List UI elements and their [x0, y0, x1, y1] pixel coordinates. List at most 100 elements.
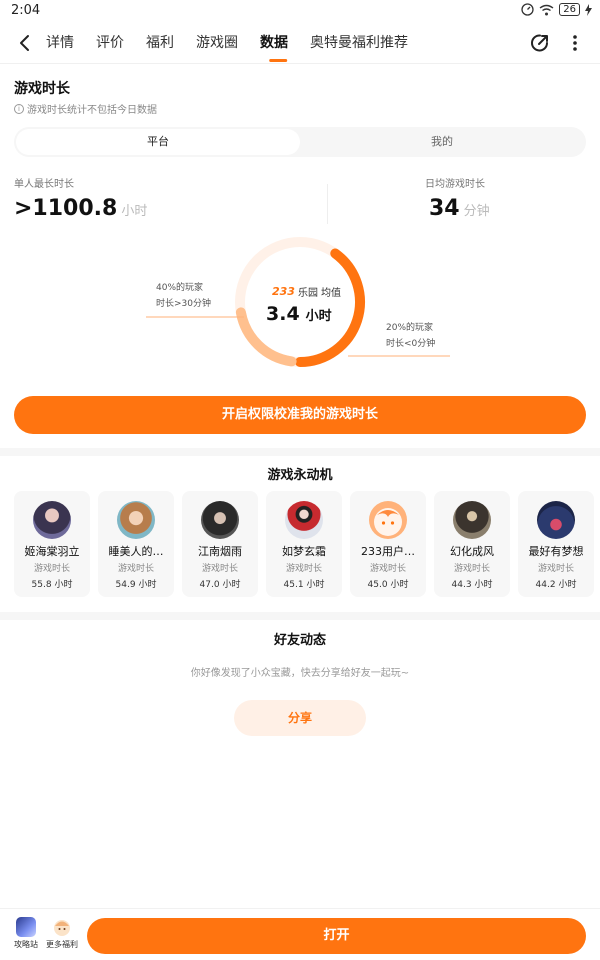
- night-sky-avatar: [537, 501, 575, 539]
- tab-reviews[interactable]: 评价: [96, 22, 135, 64]
- stat-max-single: 单人最长时长 >1100.8 小时: [14, 175, 147, 221]
- player-card[interactable]: 睡美人的… 游戏时长 54.9 小时: [98, 491, 174, 597]
- more-benefits-label: 更多福利: [46, 940, 78, 949]
- player-label: 游戏时长: [33, 564, 70, 574]
- stat-number: 34: [429, 196, 460, 221]
- section-divider: [0, 612, 600, 620]
- stat-label: 单人最长时长: [14, 179, 74, 190]
- left-annotation: 40%的玩家 时长>30分钟: [156, 280, 211, 312]
- guide-label: 攻略站: [14, 940, 38, 949]
- player-label: 游戏时长: [285, 564, 322, 574]
- tab-bar: 详情 评价 福利 游戏圈 数据 奥特曼福利推荐: [46, 22, 430, 64]
- dark-figure-avatar: [453, 501, 491, 539]
- default-avatar-face-icon: [374, 508, 402, 536]
- left-annotation-line1: 40%的玩家: [156, 283, 204, 293]
- tab-benefits[interactable]: 福利: [146, 22, 185, 64]
- player-name: 睡美人的…: [108, 545, 164, 558]
- tab-data[interactable]: 数据: [260, 22, 299, 64]
- player-label: 游戏时长: [453, 564, 490, 574]
- right-annotation: 20%的玩家 时长<0分钟: [386, 320, 435, 352]
- player-hours: 44.2 小时: [535, 580, 577, 590]
- player-list: 姬海棠羽立 游戏时长 55.8 小时 睡美人的… 游戏时长 54.9 小时 江南…: [14, 491, 594, 597]
- more-benefits-entry[interactable]: 更多福利: [45, 917, 79, 950]
- status-icons: 26: [521, 3, 592, 16]
- tab-game-circle[interactable]: 游戏圈: [196, 22, 249, 64]
- charging-icon: [585, 3, 592, 16]
- player-card[interactable]: 最好有梦想 游戏时长 44.2 小时: [518, 491, 594, 597]
- more-menu-icon[interactable]: [567, 32, 583, 54]
- brand-233-logo: 233: [272, 285, 295, 298]
- brand-suffix: 乐园: [297, 288, 318, 299]
- stat-divider: [327, 184, 328, 224]
- player-name: 江南烟雨: [198, 545, 242, 558]
- stat-number: >1100.8: [14, 196, 118, 221]
- stat-daily-average: 日均游戏时长 34 分钟: [425, 175, 490, 221]
- donut-value: 3.4 小时: [266, 303, 332, 325]
- player-name: 最好有梦想: [528, 545, 584, 558]
- left-annotation-line2: 时长>30分钟: [156, 299, 211, 309]
- player-name: 233用户…: [361, 545, 415, 558]
- friends-title: 好友动态: [273, 633, 326, 648]
- open-game-button[interactable]: 打开: [87, 918, 586, 954]
- right-annotation-line2: 时长<0分钟: [386, 339, 436, 349]
- player-label: 游戏时长: [369, 564, 406, 574]
- wifi-icon: [539, 4, 554, 15]
- player-card[interactable]: 幻化成风 游戏时长 44.3 小时: [434, 491, 510, 597]
- average-playtime-donut: [146, 237, 450, 367]
- girl-red-dress-avatar: [285, 501, 323, 539]
- playtime-title: 游戏时长: [14, 81, 70, 97]
- donut-value-unit: 小时: [305, 309, 332, 324]
- platform-mine-toggle: 平台 我的: [14, 127, 586, 157]
- share-icon[interactable]: [529, 32, 551, 54]
- stat-unit: 小时: [121, 204, 148, 219]
- player-card[interactable]: 江南烟雨 游戏时长 47.0 小时: [182, 491, 258, 597]
- players-title: 游戏永动机: [267, 468, 333, 483]
- player-hours: 45.0 小时: [367, 580, 409, 590]
- speed-icon: [521, 3, 534, 16]
- playtime-note: i 游戏时长统计不包括今日数据: [14, 101, 157, 116]
- back-arrow-icon[interactable]: [14, 32, 36, 54]
- player-hours: 45.1 小时: [283, 580, 325, 590]
- player-hours: 44.3 小时: [451, 580, 493, 590]
- donut-caption-text: 均值: [320, 288, 341, 299]
- anime-boy-avatar: [117, 501, 155, 539]
- player-name: 如梦玄霜: [282, 545, 326, 558]
- anime-girl-dark-avatar: [33, 501, 71, 539]
- player-name: 姬海棠羽立: [24, 545, 80, 558]
- stat-label: 日均游戏时长: [425, 179, 485, 190]
- player-name: 幻化成风: [450, 545, 494, 558]
- player-hours: 47.0 小时: [199, 580, 241, 590]
- player-label: 游戏时长: [201, 564, 238, 574]
- segment-platform[interactable]: 平台: [16, 129, 300, 155]
- player-hours: 54.9 小时: [115, 580, 157, 590]
- calibrate-playtime-button[interactable]: 开启权限校准我的游戏时长: [14, 396, 586, 434]
- player-hours: 55.8 小时: [31, 580, 73, 590]
- default-orange-avatar: [369, 501, 407, 539]
- player-card[interactable]: 如梦玄霜 游戏时长 45.1 小时: [266, 491, 342, 597]
- player-card[interactable]: 233用户… 游戏时长 45.0 小时: [350, 491, 426, 597]
- stat-value-row: 34 分钟: [429, 196, 490, 221]
- section-divider: [0, 448, 600, 456]
- top-nav: 详情 评价 福利 游戏圈 数据 奥特曼福利推荐: [0, 22, 600, 64]
- segment-mine[interactable]: 我的: [300, 129, 584, 155]
- donut-caption: 233 乐园 均值: [272, 284, 341, 299]
- info-icon: i: [14, 103, 24, 114]
- stat-unit: 分钟: [463, 204, 490, 219]
- status-bar: 2:04 26: [0, 0, 600, 22]
- status-time: 2:04: [11, 3, 41, 18]
- guide-entry[interactable]: 攻略站: [9, 917, 43, 950]
- donut-value-number: 3.4: [266, 303, 300, 325]
- guide-icon: [16, 917, 36, 937]
- tab-details[interactable]: 详情: [46, 22, 85, 64]
- player-label: 游戏时长: [117, 564, 154, 574]
- share-button[interactable]: 分享: [234, 700, 366, 736]
- dark-boy-avatar: [201, 501, 239, 539]
- gift-character-icon: [54, 920, 70, 936]
- right-annotation-line1: 20%的玩家: [386, 323, 434, 333]
- playtime-note-text: 游戏时长统计不包括今日数据: [27, 105, 157, 116]
- battery-level: 26: [559, 3, 580, 16]
- player-label: 游戏时长: [537, 564, 574, 574]
- player-card[interactable]: 姬海棠羽立 游戏时长 55.8 小时: [14, 491, 90, 597]
- friends-empty-text: 你好像发现了小众宝藏，快去分享给好友一起玩~: [190, 668, 410, 679]
- tab-ultraman-recommend[interactable]: 奥特曼福利推荐: [310, 22, 419, 64]
